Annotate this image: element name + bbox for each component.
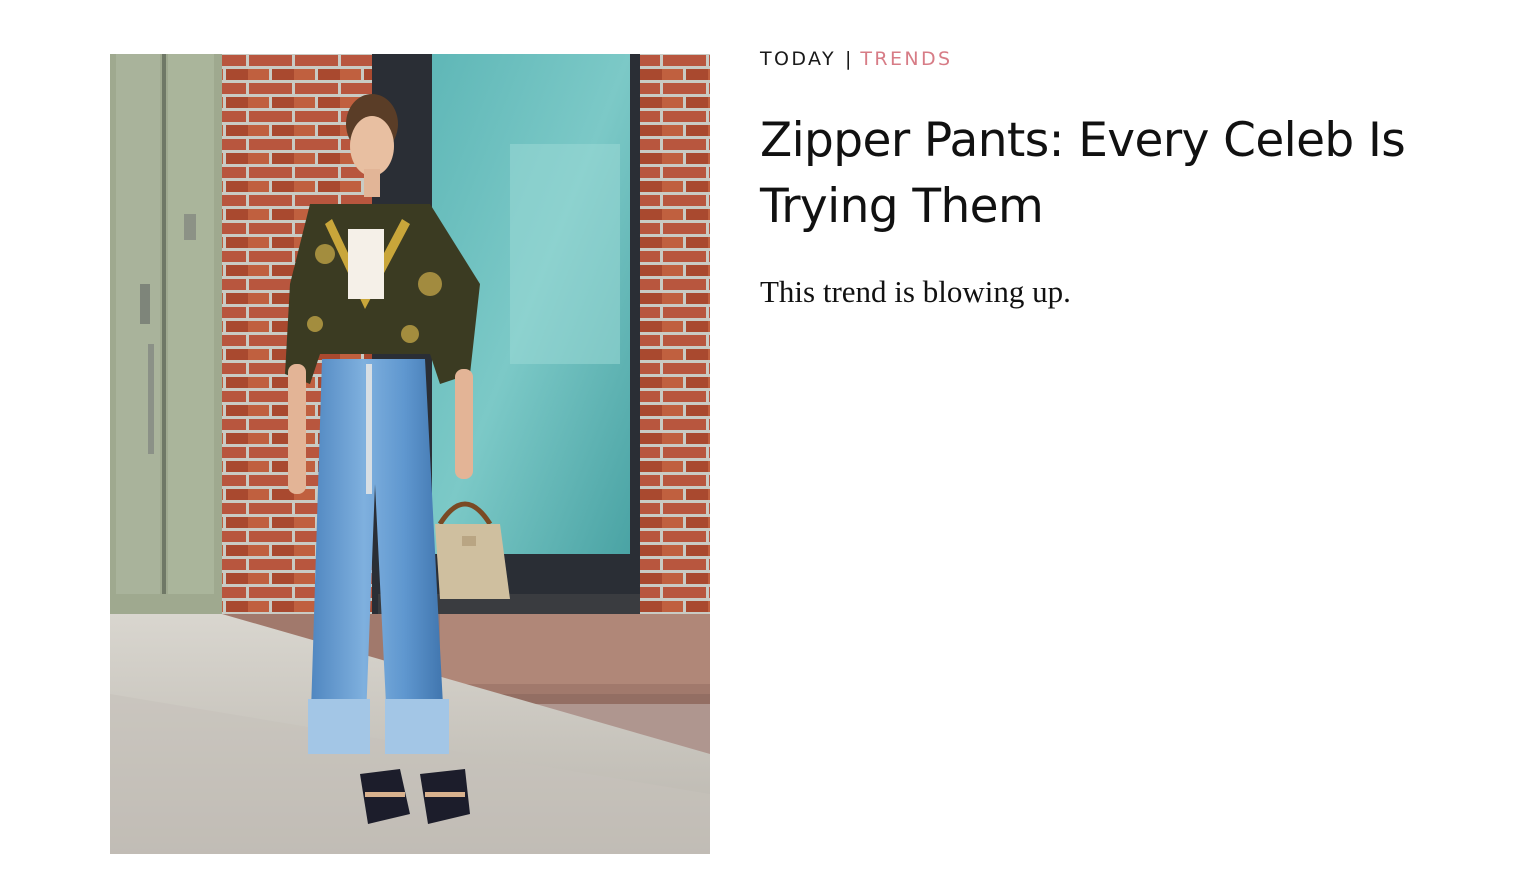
article-photo-link[interactable] bbox=[110, 54, 710, 854]
article-meta: TODAY | TRENDS bbox=[760, 46, 953, 72]
article-headline[interactable]: Zipper Pants: Every Celeb Is Trying Them bbox=[760, 108, 1440, 240]
meta-separator: | bbox=[845, 48, 852, 70]
article-date-label: TODAY bbox=[760, 48, 836, 70]
article-category-link[interactable]: TRENDS bbox=[860, 48, 952, 70]
article-photo bbox=[110, 54, 710, 854]
article-dek: This trend is blowing up. bbox=[760, 274, 1071, 309]
